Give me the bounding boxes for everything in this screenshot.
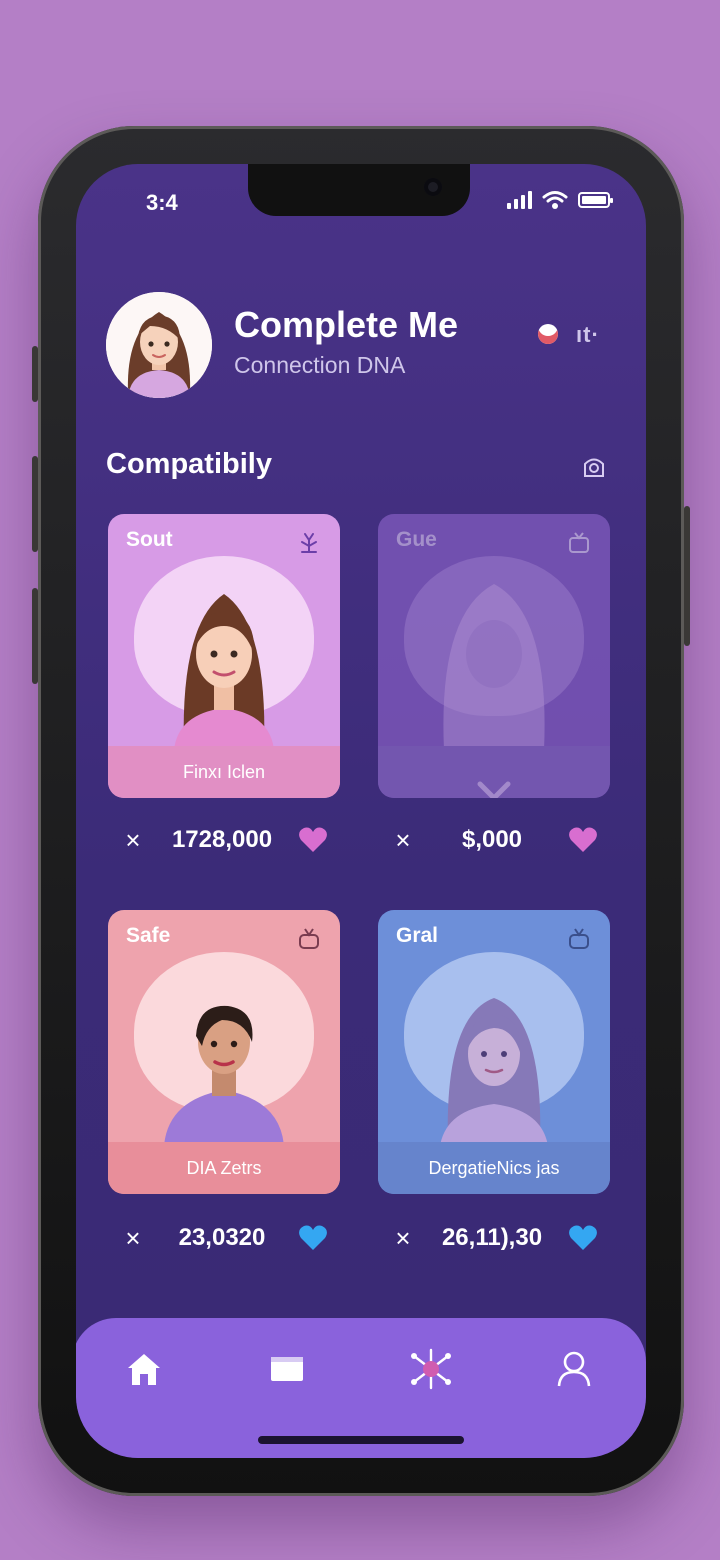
match-card[interactable]: Safe DIA Zetrs [108, 910, 340, 1194]
heart-icon[interactable] [298, 1224, 328, 1252]
more-options-icon[interactable]: ıt· [576, 322, 600, 348]
heart-icon[interactable] [568, 826, 598, 854]
front-camera [424, 178, 442, 196]
card-name: Safe [126, 924, 171, 947]
person-portrait [440, 998, 548, 1146]
volume-down-button [32, 588, 38, 684]
person-portrait [164, 1005, 284, 1146]
dismiss-button[interactable]: × [120, 827, 146, 853]
filter-icon[interactable] [581, 454, 607, 480]
app-title: Complete Me [234, 304, 459, 345]
card-name: Gue [396, 528, 437, 551]
battery-icon [578, 192, 613, 208]
status-icons [507, 190, 613, 210]
home-indicator[interactable] [258, 1436, 464, 1444]
compatibility-score: 23,0320 [178, 1224, 266, 1251]
card-name: Gral [396, 924, 439, 947]
dna-card-icon [301, 533, 317, 553]
card-action-row: × 1728,000 [108, 820, 340, 860]
dismiss-button[interactable]: × [120, 1225, 146, 1251]
home-icon [127, 1354, 160, 1385]
heart-icon[interactable] [298, 826, 328, 854]
compatibility-score: 1728,000 [171, 826, 273, 853]
nav-cards[interactable] [262, 1346, 312, 1392]
heart-icon[interactable] [568, 1224, 598, 1252]
dismiss-button[interactable]: × [390, 1225, 416, 1251]
nav-profile[interactable] [549, 1346, 599, 1392]
profile-icon [557, 1351, 591, 1387]
power-button [684, 506, 690, 646]
section-title: Compatibily [106, 448, 272, 480]
app-screen: 3:4 Complete Me Connection DNA ıt· Compa… [76, 164, 646, 1458]
app-subtitle: Connection DNA [234, 352, 406, 378]
match-card[interactable]: Gue [378, 514, 610, 798]
card-name: Sout [126, 528, 173, 551]
person-portrait [174, 594, 274, 750]
card-action-row: × 26,11),30 [378, 1218, 610, 1258]
notification-dot-icon[interactable] [538, 324, 558, 344]
compatibility-score: 26,11),30 [441, 1224, 543, 1251]
status-time: 3:4 [146, 190, 178, 215]
phone-frame: 3:4 Complete Me Connection DNA ıt· Compa… [32, 126, 690, 1496]
dna-network-icon [410, 1348, 451, 1390]
compatibility-score: $,000 [461, 826, 523, 853]
cards-icon [271, 1357, 304, 1381]
tv-card-icon [569, 532, 589, 553]
wifi-icon [542, 191, 568, 209]
person-portrait [443, 584, 545, 750]
match-card[interactable]: Sout Finxı Iclen [108, 514, 340, 798]
nav-dna[interactable] [406, 1346, 456, 1392]
card-action-row: × 23,0320 [108, 1218, 340, 1258]
card-caption: DIA Zetrs [108, 1142, 340, 1194]
card-action-row: × $,000 [378, 820, 610, 860]
nav-home[interactable] [119, 1346, 169, 1392]
match-card[interactable]: Gral DergatieNics jas [378, 910, 610, 1194]
signal-icon [507, 191, 532, 209]
chevron-down-icon[interactable] [476, 780, 512, 798]
dismiss-button[interactable]: × [390, 827, 416, 853]
tv-card-icon [299, 928, 319, 949]
tv-card-icon [569, 928, 589, 949]
mute-switch [32, 346, 38, 402]
user-avatar[interactable] [106, 292, 212, 398]
card-caption: Finxı Iclen [108, 746, 340, 798]
volume-up-button [32, 456, 38, 552]
card-caption: DergatieNics jas [378, 1142, 610, 1194]
